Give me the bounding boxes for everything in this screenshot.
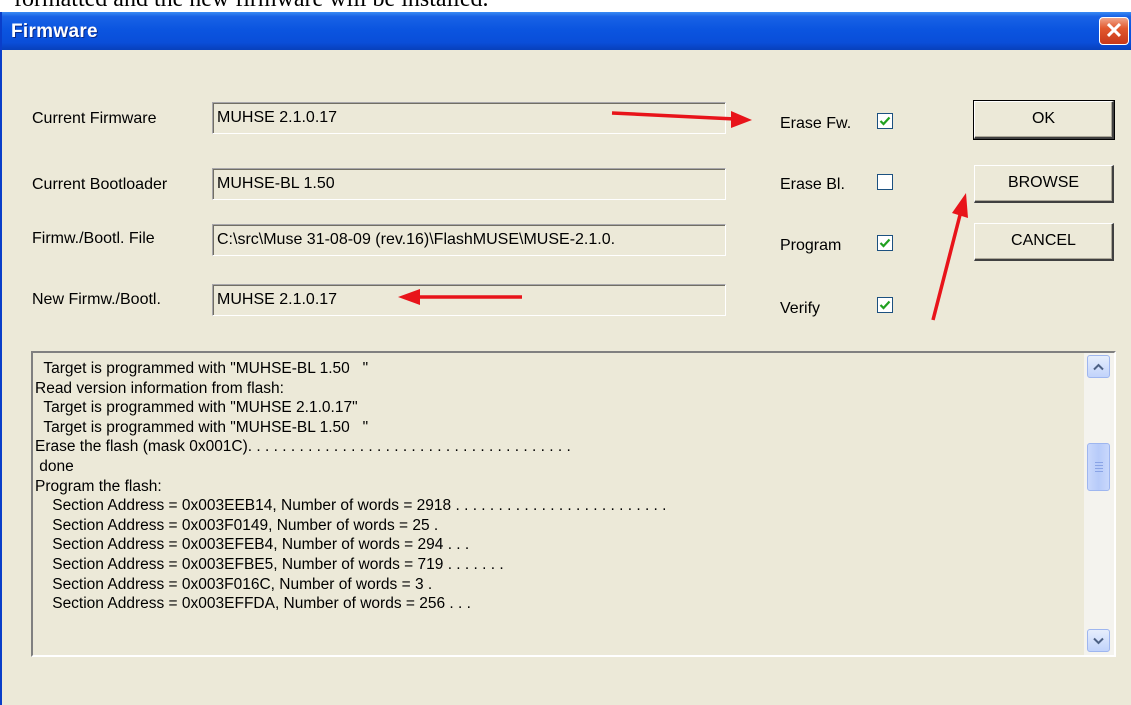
annotation-arrow-right-icon — [611, 111, 752, 128]
annotation-arrow-up-icon — [931, 193, 968, 321]
annotation-arrows — [398, 111, 968, 321]
annotation-arrow-left-icon — [398, 289, 522, 305]
